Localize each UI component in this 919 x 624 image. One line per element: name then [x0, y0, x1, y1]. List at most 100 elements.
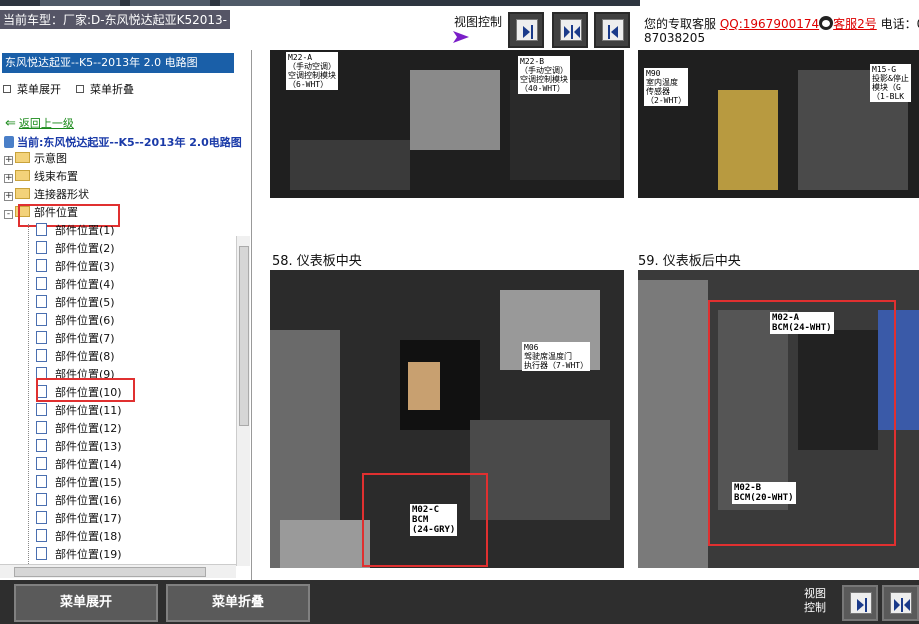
support-qq-link[interactable]: QQ:1967900174: [720, 17, 819, 31]
sidebar-expand-link[interactable]: 菜单展开: [3, 81, 61, 97]
support-phone: 87038205: [644, 31, 706, 45]
back-label: 返回上一级: [18, 117, 74, 130]
document-icon: [36, 475, 47, 488]
expand-toggle-icon[interactable]: +: [4, 192, 13, 201]
tree-leaf-item[interactable]: 部件位置(14): [36, 456, 122, 474]
tree-leaf-item[interactable]: 部件位置(11): [36, 402, 122, 420]
vertical-scroll-thumb[interactable]: [239, 246, 249, 426]
photo-dashboard-center: M06 驾驶席温度门 执行器（7-WHT） M02-C BCM (24-GRY): [270, 270, 624, 568]
highlight-box-m02c: [362, 473, 488, 567]
tree-leaf-item[interactable]: 部件位置(13): [36, 438, 122, 456]
document-icon: [36, 241, 47, 254]
horizontal-scroll-thumb[interactable]: [14, 567, 206, 577]
top-tab-3[interactable]: [220, 0, 300, 6]
tree-leaf-item[interactable]: 部件位置(12): [36, 420, 122, 438]
tree-leaf-item[interactable]: 部件位置(18): [36, 528, 122, 546]
tree-leaf-item[interactable]: 部件位置(5): [36, 294, 115, 312]
arrow-bar-left-icon: [608, 25, 618, 39]
collapse-icon: [76, 85, 84, 93]
label-m90: M90 室内温度 传感器 （2-WHT）: [644, 68, 689, 106]
folder-icon: [15, 188, 30, 199]
expand-icon: [3, 85, 11, 93]
document-icon: [36, 277, 47, 290]
highlight-box-item: [36, 378, 135, 402]
tree-leaf-item[interactable]: 部件位置(19): [36, 546, 122, 564]
tree-leaf-item[interactable]: 部件位置(8): [36, 348, 115, 366]
document-icon: [36, 295, 47, 308]
folder-label: 线束布置: [34, 170, 78, 183]
tree-leaf-label: 部件位置(7): [55, 332, 115, 345]
tree-leaf-item[interactable]: 部件位置(16): [36, 492, 122, 510]
diagram-content: M22-A （手动空调） 空调控制模块 （6-WHT） M22-B （手动空调）…: [262, 50, 919, 580]
tree-leaf-item[interactable]: 部件位置(15): [36, 474, 122, 492]
bottom-view-right-button[interactable]: [842, 585, 878, 621]
purple-arrow-icon: [453, 31, 469, 43]
document-icon: [36, 547, 47, 560]
expand-toggle-icon[interactable]: +: [4, 156, 13, 165]
tree-leaf-item[interactable]: 部件位置(4): [36, 276, 115, 294]
top-tab-2[interactable]: [130, 0, 210, 6]
folder-label: 示意图: [34, 152, 67, 165]
current-path-label: 当前:东风悦达起亚--K5--2013年 2.0电路图: [17, 136, 242, 149]
current-path: 当前:东风悦达起亚--K5--2013年 2.0电路图: [4, 134, 242, 150]
sidebar-collapse-link[interactable]: 菜单折叠: [76, 81, 134, 97]
menu-expand-button[interactable]: 菜单展开: [14, 584, 158, 622]
caption-58: 58. 仪表板中央: [272, 254, 362, 269]
arrow-bar-right-icon: [857, 598, 867, 612]
tree-leaf-label: 部件位置(8): [55, 350, 115, 363]
sidebar-collapse-label: 菜单折叠: [90, 83, 134, 96]
qq-penguin-icon[interactable]: [819, 16, 834, 30]
highlight-box-m02: [708, 300, 896, 546]
label-m15g: M15-G 投影&停止 模块（G （1-BLK: [870, 64, 911, 102]
view-label-line2: 控制: [804, 601, 826, 614]
support-info: 您的专取客服 QQ:1967900174 客服2号 电话：0519- 870382…: [644, 16, 919, 45]
label-m06: M06 驾驶席温度门 执行器（7-WHT）: [522, 342, 591, 371]
support-kf-link[interactable]: 客服2号: [833, 17, 877, 31]
document-icon: [36, 331, 47, 344]
tree-leaf-item[interactable]: 部件位置(2): [36, 240, 115, 258]
arrow-bar-right-icon: [523, 25, 533, 39]
menu-collapse-button[interactable]: 菜单折叠: [166, 584, 310, 622]
tree-leaf-item[interactable]: 部件位置(6): [36, 312, 115, 330]
view-right-button[interactable]: [508, 12, 544, 48]
tree-leaf-label: 部件位置(11): [55, 404, 122, 417]
tree-folder-connector[interactable]: + 连接器形状: [4, 186, 89, 204]
back-arrow-icon: ⇐: [5, 116, 16, 131]
car-type-label: 当前车型：厂家:D-东风悦达起亚K52013-: [0, 10, 230, 29]
tree-leaf-item[interactable]: 部件位置(1): [36, 222, 115, 240]
view-left-button[interactable]: [594, 12, 630, 48]
label-m22b: M22-B （手动空调） 空调控制模块 （40-WHT）: [518, 56, 570, 94]
view-both-button[interactable]: [552, 12, 588, 48]
horizontal-scrollbar[interactable]: [0, 564, 236, 578]
expand-toggle-icon[interactable]: +: [4, 174, 13, 183]
tree-leaf-item[interactable]: 部件位置(17): [36, 510, 122, 528]
tree-leaf-item[interactable]: 部件位置(7): [36, 330, 115, 348]
caption-59: 59. 仪表板后中央: [638, 254, 741, 269]
computer-icon: [4, 136, 14, 148]
top-strip: [0, 0, 640, 6]
tree-folder-schematic[interactable]: + 示意图: [4, 150, 67, 168]
support-prefix: 您的专取客服: [644, 17, 717, 31]
vertical-scrollbar[interactable]: [236, 236, 250, 566]
view-control-label: 视图控制: [454, 15, 503, 29]
bottom-view-both-button[interactable]: [882, 585, 919, 621]
tree-guide-line: [28, 224, 29, 572]
top-tab-1[interactable]: [40, 0, 120, 6]
document-icon: [36, 259, 47, 272]
tree-leaf-item[interactable]: 部件位置(3): [36, 258, 115, 276]
tree-leaf-label: 部件位置(16): [55, 494, 122, 507]
document-icon: [36, 439, 47, 452]
photo-dashboard-rear-center: M02-A BCM(24-WHT) M02-B BCM(20-WHT): [638, 270, 919, 568]
tree-leaf-label: 部件位置(4): [55, 278, 115, 291]
folder-label: 连接器形状: [34, 188, 89, 201]
tree-folder-harness[interactable]: + 线束布置: [4, 168, 78, 186]
tree-leaf-label: 部件位置(15): [55, 476, 122, 489]
top-bar: 当前车型：厂家:D-东风悦达起亚K52013- 视图控制 您的专取客服 QQ:1…: [0, 0, 919, 50]
folder-icon: [15, 152, 30, 163]
support-suffix: 电话：0519-: [880, 17, 919, 31]
tree-leaf-label: 部件位置(5): [55, 296, 115, 309]
collapse-toggle-icon[interactable]: -: [4, 210, 13, 219]
back-link[interactable]: ⇐ 返回上一级: [5, 115, 74, 131]
arrows-both-icon: [564, 25, 580, 39]
tree-leaf-label: 部件位置(3): [55, 260, 115, 273]
